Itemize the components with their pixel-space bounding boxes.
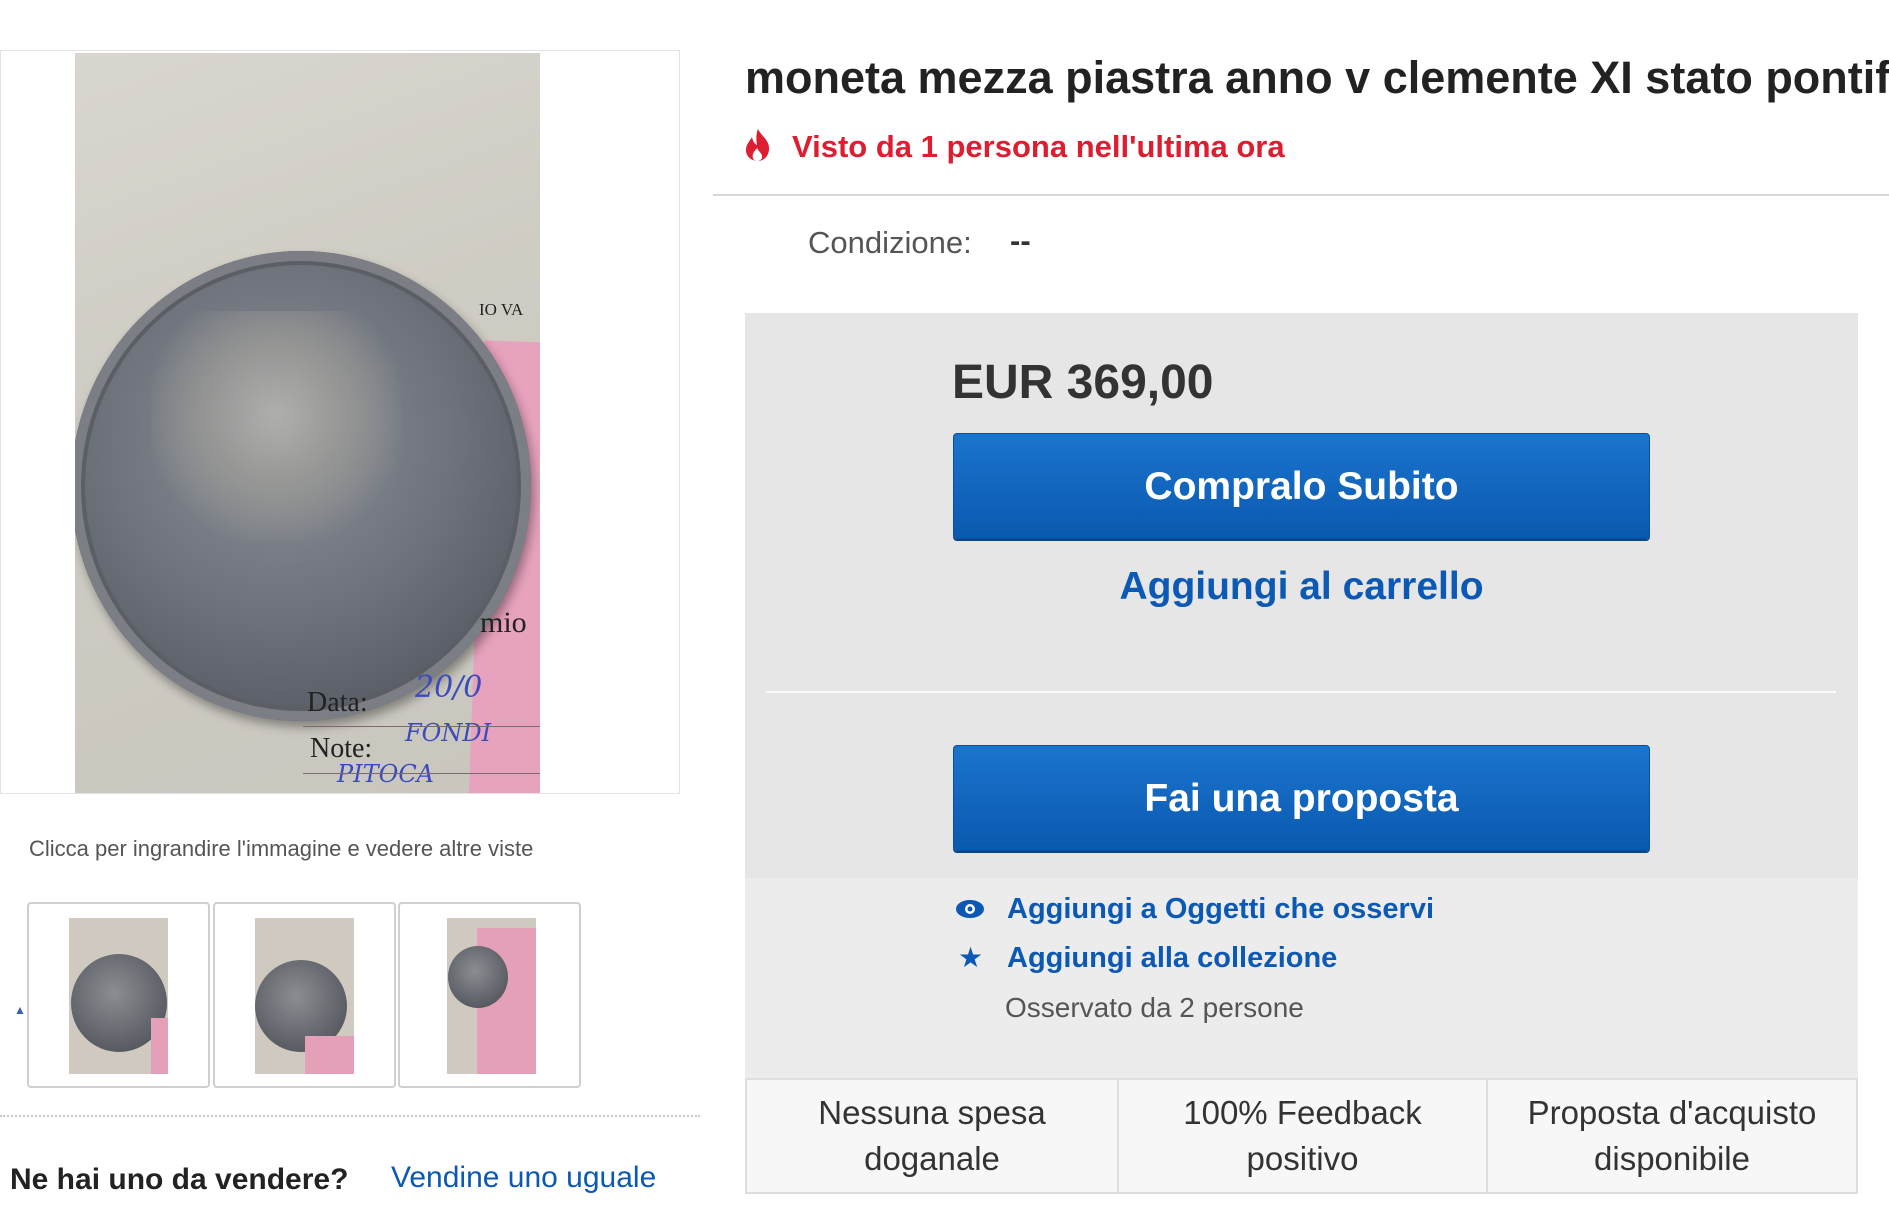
add-to-cart-link[interactable]: Aggiungi al carrello [953, 565, 1650, 609]
sell-similar-link[interactable]: Vendine uno uguale [391, 1161, 656, 1195]
badge-line: disponibile [1594, 1140, 1750, 1177]
image-caption: Clicca per ingrandire l'immagine e veder… [29, 836, 534, 861]
listing-title: moneta mezza piastra anno v clemente XI … [745, 52, 1889, 103]
star-icon: ★ [958, 942, 984, 973]
thumbnail[interactable] [398, 902, 581, 1088]
thumbnail-coin [448, 946, 508, 1008]
eye-icon [956, 900, 984, 918]
badge-line: Nessuna spesa [818, 1094, 1046, 1131]
add-to-collection-link[interactable]: Aggiungi alla collezione [1007, 942, 1337, 975]
coin-image [75, 251, 531, 721]
add-to-watchlist-link[interactable]: Aggiungi a Oggetti che osservi [1007, 893, 1434, 926]
condition-value: -- [1010, 223, 1031, 258]
condition-label: Condizione: [808, 225, 972, 260]
card-data-value: 20/0 [415, 670, 483, 705]
flame-icon [746, 129, 770, 161]
card-note-value: FONDI [405, 719, 492, 747]
thumbnail-image [447, 918, 536, 1074]
make-offer-button[interactable]: Fai una proposta [953, 745, 1650, 851]
thumbnail[interactable] [213, 902, 396, 1088]
watchers-count: Osservato da 2 persone [1005, 992, 1304, 1023]
badge-line: Proposta d'acquisto [1527, 1094, 1817, 1131]
main-image-frame[interactable]: IO VA mio Data: 20/0 Note: FONDI PITOCA [0, 50, 680, 794]
thumbnail-card [151, 1018, 168, 1074]
badge-line: positivo [1246, 1140, 1359, 1177]
badge-feedback: 100% Feedback positivo [1117, 1078, 1488, 1194]
price: EUR 369,00 [952, 356, 1214, 409]
card-rule [303, 726, 540, 727]
thumbnail[interactable] [27, 902, 210, 1088]
card-text-fragment: IO VA [479, 300, 524, 319]
badge-line: doganale [864, 1140, 1000, 1177]
viewed-notice: Visto da 1 persona nell'ultima ora [792, 129, 1285, 164]
badge-offer-available: Proposta d'acquisto disponibile [1486, 1078, 1858, 1194]
thumbnail-image [255, 918, 354, 1074]
card-data-label: Data: [307, 687, 368, 718]
card-note-value: PITOCA [337, 760, 435, 788]
divider [766, 691, 1836, 693]
badge-line: 100% Feedback [1183, 1094, 1422, 1131]
coin-relief [151, 311, 401, 541]
card-rule [303, 773, 540, 774]
buy-now-button[interactable]: Compralo Subito [953, 433, 1650, 539]
divider [713, 194, 1889, 196]
card-text-fragment: mio [480, 606, 527, 639]
sell-question: Ne hai uno da vendere? [10, 1163, 349, 1196]
thumbnail-image [69, 918, 168, 1074]
thumbnail-card [305, 1036, 354, 1074]
badge-no-customs: Nessuna spesa doganale [745, 1078, 1119, 1194]
carousel-left-arrow-icon[interactable]: ▲ [14, 1003, 26, 1017]
main-product-image[interactable]: IO VA mio Data: 20/0 Note: FONDI PITOCA [75, 53, 540, 793]
divider [0, 1115, 700, 1117]
